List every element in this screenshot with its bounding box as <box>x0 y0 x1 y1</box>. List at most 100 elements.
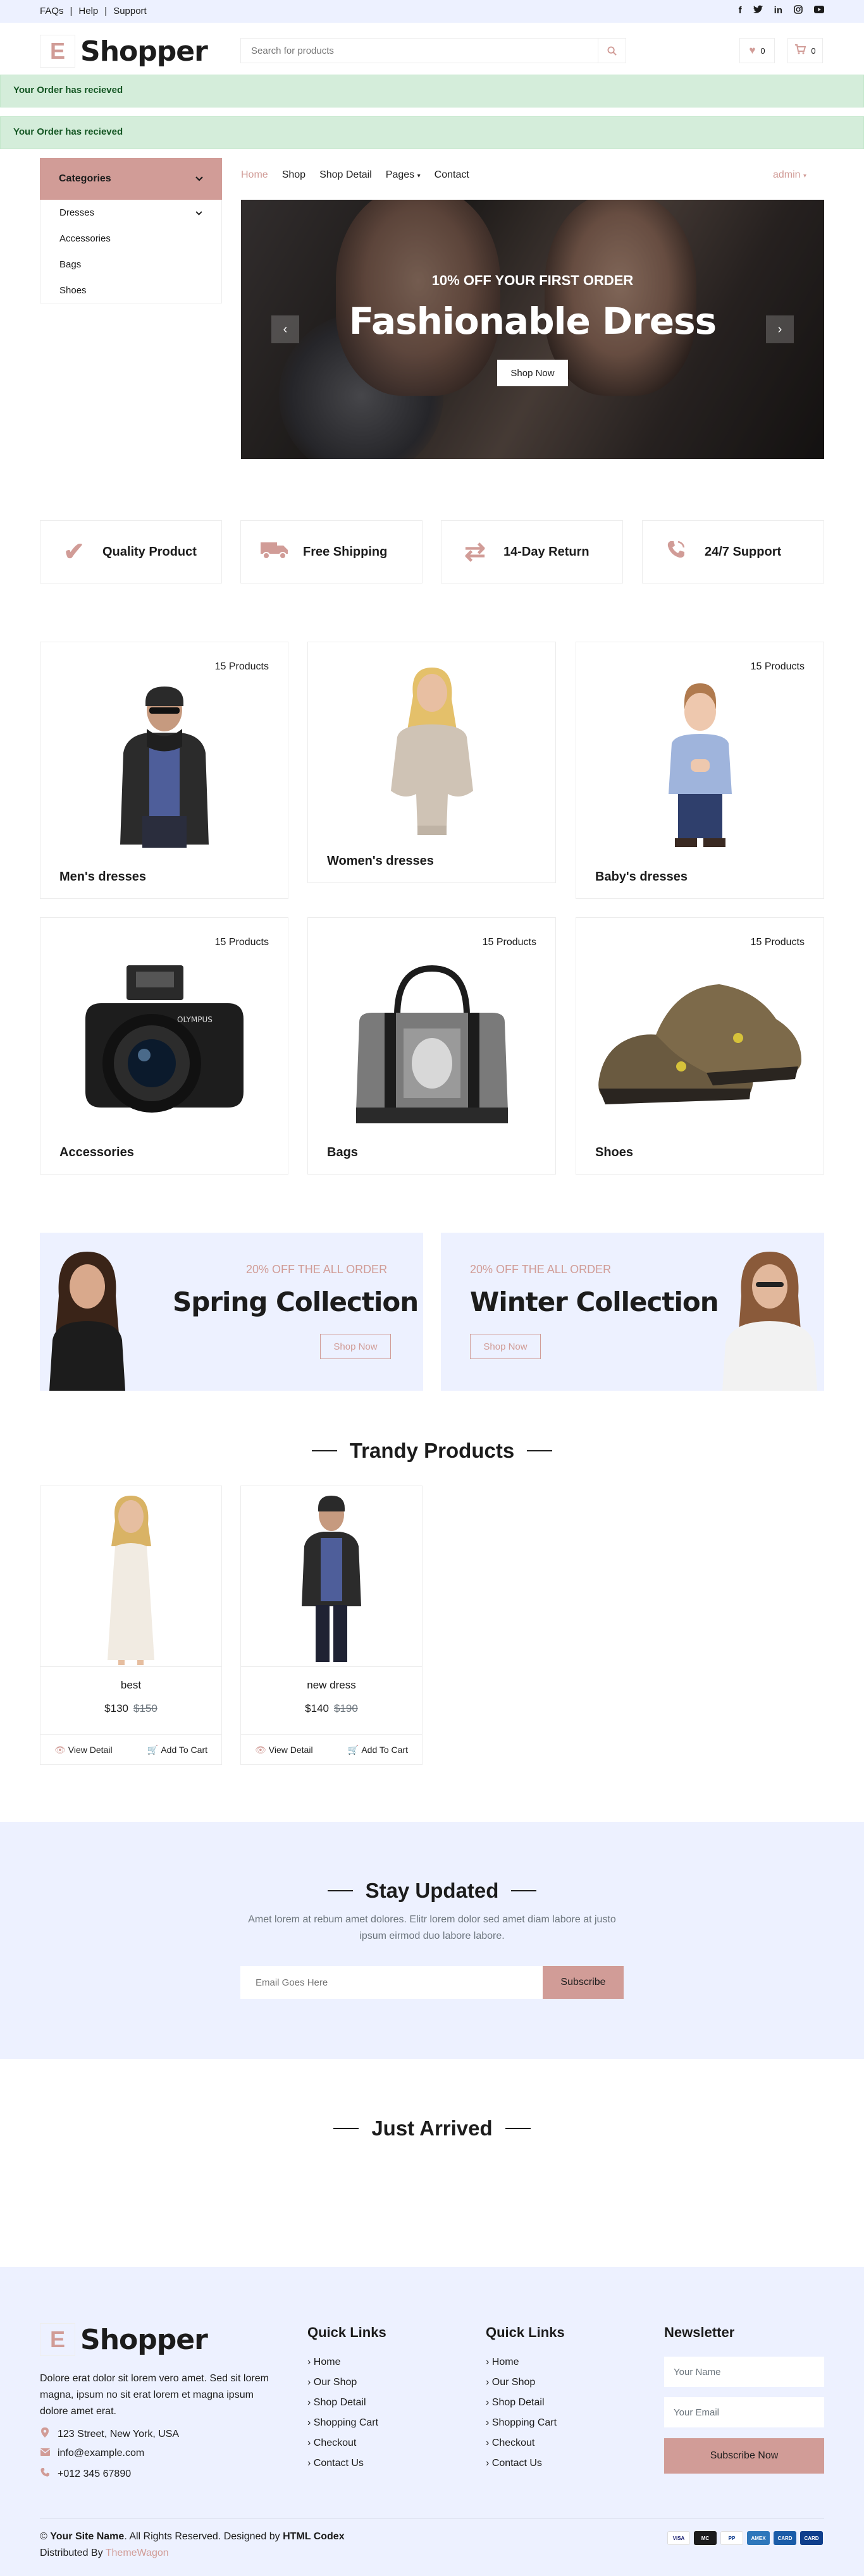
add-to-cart-button[interactable]: 🛒 Add To Cart <box>147 1745 207 1755</box>
instagram-icon[interactable] <box>794 5 803 16</box>
footer-link-label: Checkout <box>491 2438 535 2448</box>
view-detail-button[interactable]: 👁 View Detail <box>255 1745 313 1755</box>
feature-label: Quality Product <box>102 544 197 559</box>
footer-link[interactable]: › Shop Detail <box>486 2397 557 2417</box>
product-actions: 👁 View Detail 🛒 Add To Cart <box>241 1734 422 1765</box>
category-accessories[interactable]: Accessories <box>40 226 221 252</box>
product-image[interactable] <box>40 1486 221 1667</box>
eye-icon: 👁 <box>255 1744 266 1755</box>
linkedin-icon[interactable]: in <box>774 5 782 16</box>
wishlist-button[interactable]: ♥ 0 <box>739 38 775 63</box>
carousel-prev-icon[interactable]: ‹ <box>271 315 299 343</box>
category-shoes[interactable]: Shoes <box>40 278 221 303</box>
nav-contact[interactable]: Contact <box>435 169 469 181</box>
footer-link[interactable]: › Checkout <box>307 2438 378 2458</box>
subscribe-now-button[interactable]: Subscribe Now <box>664 2438 824 2474</box>
footer-link[interactable]: › Shopping Cart <box>307 2417 378 2438</box>
help-link[interactable]: Help <box>78 6 98 16</box>
site-logo[interactable]: E Shopper <box>40 35 208 68</box>
map-marker-icon <box>40 2427 50 2441</box>
feature-return: ⇄ 14-Day Return <box>441 520 623 583</box>
subscribe-button[interactable]: Subscribe <box>543 1966 624 1999</box>
category-card-shoes[interactable]: 15 Products Shoes <box>576 917 824 1175</box>
chevron-right-icon: › <box>307 2357 311 2367</box>
youtube-icon[interactable] <box>814 5 824 16</box>
designer-link[interactable]: HTML Codex <box>283 2531 344 2542</box>
footer-email-input[interactable]: Your Email <box>664 2397 824 2427</box>
feature-shipping: Free Shipping <box>240 520 423 583</box>
nav-pages[interactable]: Pages ▾ <box>386 169 421 181</box>
offer-shop-now-button[interactable]: Shop Now <box>320 1334 391 1359</box>
footer-link[interactable]: › Home <box>486 2357 557 2377</box>
chevron-right-icon: › <box>486 2377 490 2388</box>
feature-label: 14-Day Return <box>503 544 589 559</box>
footer-link-label: Checkout <box>313 2438 357 2448</box>
category-label: Shoes <box>59 285 87 296</box>
distributor-link[interactable]: ThemeWagon <box>106 2548 169 2558</box>
category-card-baby[interactable]: 15 Products Baby's dresses <box>576 642 824 899</box>
product-name[interactable]: new dress <box>241 1679 422 1692</box>
support-link[interactable]: Support <box>113 6 147 16</box>
faqs-link[interactable]: FAQs <box>40 6 64 16</box>
shop-now-button[interactable]: Shop Now <box>497 360 568 386</box>
card-icon: CARD <box>800 2531 823 2545</box>
separator: | <box>70 6 73 16</box>
footer-logo[interactable]: E Shopper <box>40 2323 208 2356</box>
cart-icon: 🛒 <box>347 1744 359 1755</box>
category-name: Women's dresses <box>327 854 434 868</box>
phone-text: +012 345 67890 <box>58 2468 132 2479</box>
newsletter-text: Amet lorem at rebum amet dolores. Elitr … <box>248 1914 616 1941</box>
divider <box>505 2128 531 2129</box>
category-card-women[interactable]: Women's dresses <box>307 642 556 883</box>
footer-link[interactable]: › Home <box>307 2357 378 2377</box>
nav-shop[interactable]: Shop <box>282 169 305 181</box>
address-text: 123 Street, New York, USA <box>58 2428 180 2439</box>
visa-icon: VISA <box>667 2531 690 2545</box>
nav-pages-label: Pages <box>385 169 415 180</box>
add-to-cart-button[interactable]: 🛒 Add To Cart <box>348 1745 408 1755</box>
eye-icon: 👁 <box>54 1744 66 1755</box>
twitter-icon[interactable] <box>753 5 763 16</box>
footer-link[interactable]: › Our Shop <box>486 2377 557 2397</box>
email-text[interactable]: info@example.com <box>58 2448 144 2459</box>
nav-home[interactable]: Home <box>241 169 268 181</box>
facebook-icon[interactable]: f <box>739 5 742 16</box>
footer-link-label: Home <box>313 2357 341 2367</box>
cart-button[interactable]: 0 <box>787 38 823 63</box>
newsletter-email-input[interactable] <box>240 1966 543 1999</box>
envelope-icon <box>40 2448 50 2459</box>
category-card-accessories[interactable]: 15 Products OLYMPUS Accessories <box>40 917 288 1175</box>
footer-link[interactable]: › Checkout <box>486 2438 557 2458</box>
footer-link[interactable]: › Contact Us <box>486 2458 557 2478</box>
footer-link-label: Our Shop <box>491 2377 536 2388</box>
carousel-next-icon[interactable]: › <box>766 315 794 343</box>
category-card-bags[interactable]: 15 Products Bags <box>307 917 556 1175</box>
category-dresses[interactable]: Dresses <box>40 200 221 226</box>
footer-link[interactable]: › Our Shop <box>307 2377 378 2397</box>
category-bags[interactable]: Bags <box>40 252 221 278</box>
mastercard-icon: MC <box>694 2531 717 2545</box>
offer-shop-now-button[interactable]: Shop Now <box>470 1334 541 1359</box>
heart-icon: ♥ <box>749 44 756 56</box>
category-card-men[interactable]: 15 Products Men's dresses <box>40 642 288 899</box>
product-count: 15 Products <box>214 937 269 948</box>
exchange-icon: ⇄ <box>464 538 486 566</box>
footer-name-input[interactable]: Your Name <box>664 2357 824 2387</box>
logo-text: Shopper <box>80 35 208 68</box>
categories-toggle[interactable]: Categories <box>40 158 222 200</box>
view-detail-button[interactable]: 👁 View Detail <box>54 1745 113 1755</box>
user-menu[interactable]: admin ▾ <box>773 169 806 181</box>
nav-shop-detail[interactable]: Shop Detail <box>319 169 372 181</box>
add-to-cart-label: Add To Cart <box>361 1744 408 1755</box>
search-icon[interactable] <box>598 39 626 63</box>
footer-link[interactable]: › Shopping Cart <box>486 2417 557 2438</box>
footer-link[interactable]: › Shop Detail <box>307 2397 378 2417</box>
search-input[interactable] <box>241 39 598 63</box>
product-name[interactable]: best <box>40 1679 221 1692</box>
site-name[interactable]: Your Site Name <box>50 2531 124 2542</box>
product-image[interactable] <box>241 1486 422 1667</box>
product-count: 15 Products <box>750 937 805 948</box>
cart-icon: 🛒 <box>147 1744 159 1755</box>
footer-link[interactable]: › Contact Us <box>307 2458 378 2478</box>
category-name: Accessories <box>59 1145 134 1159</box>
